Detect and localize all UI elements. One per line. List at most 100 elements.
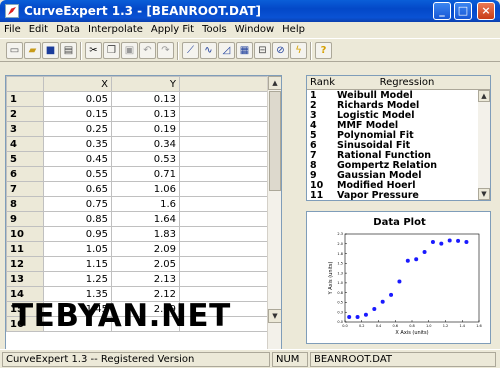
cell-y[interactable]: 1.83 (111, 226, 180, 242)
cell-x[interactable]: 0.45 (43, 151, 112, 167)
row-header[interactable]: 6 (6, 166, 44, 182)
cell-y[interactable]: 0.13 (111, 106, 180, 122)
column-header-y[interactable]: Y (111, 76, 180, 92)
curve-chart-icon[interactable]: ∿ (200, 42, 217, 59)
table-row[interactable]: 8 0.75 1.6 (6, 196, 268, 212)
cell-x[interactable]: 0.15 (43, 106, 112, 122)
table-row[interactable]: 4 0.35 0.34 (6, 136, 268, 152)
row-header[interactable]: 9 (6, 211, 44, 227)
new-icon[interactable]: ▭ (6, 42, 23, 59)
cell-empty[interactable] (179, 106, 268, 122)
close-button[interactable]: × (477, 2, 495, 20)
lightning-icon[interactable]: ϟ (290, 42, 307, 59)
table-row[interactable]: 13 1.25 2.13 (6, 271, 268, 287)
row-header[interactable]: 2 (6, 106, 44, 122)
column-header-x[interactable]: X (43, 76, 112, 92)
cell-y[interactable]: 0.13 (111, 91, 180, 107)
table-row[interactable]: 1 0.05 0.13 (6, 91, 268, 107)
cell-y[interactable]: 0.71 (111, 166, 180, 182)
cell-empty[interactable] (179, 271, 268, 287)
cell-x[interactable]: 0.95 (43, 226, 112, 242)
row-header[interactable]: 12 (6, 256, 44, 272)
paste-icon[interactable]: ▣ (121, 42, 138, 59)
cell-empty[interactable] (179, 136, 268, 152)
menu-tools[interactable]: Tools (198, 22, 231, 38)
find-fit-icon[interactable]: ⊘ (272, 42, 289, 59)
menu-apply-fit[interactable]: Apply Fit (147, 22, 198, 38)
regression-scrollbar[interactable]: ▲ ▼ (478, 90, 490, 200)
menu-help[interactable]: Help (278, 22, 309, 38)
grid-corner[interactable] (6, 76, 44, 92)
cell-x[interactable]: 0.25 (43, 121, 112, 137)
table-row[interactable]: 11 1.05 2.09 (6, 241, 268, 257)
print-icon[interactable]: ▤ (60, 42, 77, 59)
scroll-thumb[interactable] (269, 91, 281, 191)
regression-list[interactable]: Rank Regression 1 Weibull Model 2 Richards… (306, 75, 491, 201)
row-header[interactable]: 4 (6, 136, 44, 152)
multi-chart-icon[interactable]: ▦ (236, 42, 253, 59)
save-icon[interactable]: ■ (42, 42, 59, 59)
cell-y[interactable]: 0.53 (111, 151, 180, 167)
cell-empty[interactable] (179, 196, 268, 212)
row-header[interactable]: 5 (6, 151, 44, 167)
rank-header[interactable]: Rank (310, 77, 335, 88)
cell-x[interactable]: 0.85 (43, 211, 112, 227)
table-row[interactable]: 6 0.55 0.71 (6, 166, 268, 182)
menu-data[interactable]: Data (52, 22, 84, 38)
row-header[interactable]: 8 (6, 196, 44, 212)
cell-y[interactable]: 1.6 (111, 196, 180, 212)
cell-x[interactable]: 0.65 (43, 181, 112, 197)
title-bar[interactable]: CurveExpert 1.3 - [BEANROOT.DAT] _ □ × (0, 0, 500, 22)
cell-x[interactable]: 1.05 (43, 241, 112, 257)
grid-scrollbar[interactable]: ▲ ▼ (267, 76, 281, 368)
cell-empty[interactable] (179, 181, 268, 197)
cell-y[interactable]: 1.64 (111, 211, 180, 227)
maximize-button[interactable]: □ (454, 2, 472, 20)
open-icon[interactable]: ▰ (24, 42, 41, 59)
cell-empty[interactable] (179, 241, 268, 257)
cell-x[interactable]: 1.25 (43, 271, 112, 287)
scroll-down-icon[interactable]: ▼ (268, 309, 281, 323)
linear-chart-icon[interactable]: ⟋ (182, 42, 199, 59)
column-header-empty[interactable] (179, 76, 268, 92)
cell-y[interactable]: 1.06 (111, 181, 180, 197)
table-row[interactable]: 5 0.45 0.53 (6, 151, 268, 167)
cell-x[interactable]: 0.05 (43, 91, 112, 107)
data-plot[interactable]: Data Plot 0.0 0.2 0.4 0.6 0.8 1.0 1.2 1.4 1.6 0.0… (306, 211, 491, 344)
cell-empty[interactable] (179, 121, 268, 137)
table-row[interactable]: 9 0.85 1.64 (6, 211, 268, 227)
menu-edit[interactable]: Edit (25, 22, 52, 38)
row-header[interactable]: 13 (6, 271, 44, 287)
scroll-up-icon[interactable]: ▲ (478, 90, 490, 102)
row-header[interactable]: 10 (6, 226, 44, 242)
menu-file[interactable]: File (0, 22, 25, 38)
table-row[interactable]: 10 0.95 1.83 (6, 226, 268, 242)
help-icon[interactable]: ? (315, 42, 332, 59)
undo-icon[interactable]: ↶ (139, 42, 156, 59)
scroll-up-icon[interactable]: ▲ (268, 76, 281, 90)
cell-empty[interactable] (179, 151, 268, 167)
cell-empty[interactable] (179, 226, 268, 242)
minimize-button[interactable]: _ (433, 2, 451, 20)
table-row[interactable]: 7 0.65 1.06 (6, 181, 268, 197)
table-row[interactable]: 2 0.15 0.13 (6, 106, 268, 122)
scroll-down-icon[interactable]: ▼ (478, 188, 490, 200)
copy-icon[interactable]: ❐ (103, 42, 120, 59)
cell-y[interactable]: 0.19 (111, 121, 180, 137)
menu-interpolate[interactable]: Interpolate (84, 22, 147, 38)
cell-x[interactable]: 1.15 (43, 256, 112, 272)
cell-y[interactable]: 2.13 (111, 271, 180, 287)
menu-window[interactable]: Window (231, 22, 278, 38)
row-header[interactable]: 11 (6, 241, 44, 257)
cell-x[interactable]: 0.55 (43, 166, 112, 182)
table-row[interactable]: 12 1.15 2.05 (6, 256, 268, 272)
row-header[interactable]: 3 (6, 121, 44, 137)
cell-empty[interactable] (179, 91, 268, 107)
row-header[interactable]: 1 (6, 91, 44, 107)
cut-icon[interactable]: ✂ (85, 42, 102, 59)
cell-empty[interactable] (179, 166, 268, 182)
quadratic-chart-icon[interactable]: ◿ (218, 42, 235, 59)
cell-y[interactable]: 2.05 (111, 256, 180, 272)
list-item[interactable]: 11 Vapor Pressure (307, 191, 477, 201)
cell-y[interactable]: 2.09 (111, 241, 180, 257)
